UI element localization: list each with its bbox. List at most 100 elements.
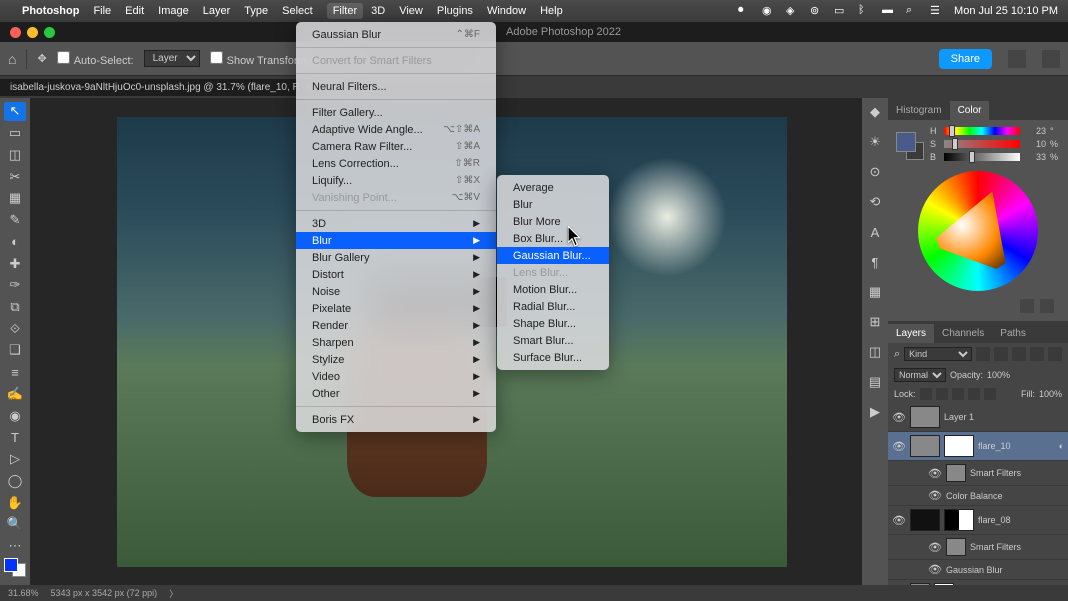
menu-item-radial[interactable]: Radial Blur... [497,298,609,315]
visibility-icon[interactable]: 👁 [892,514,906,527]
tool-brush[interactable]: ✚ [4,254,26,273]
menu-item-boxblur[interactable]: Box Blur... [497,230,609,247]
menu-item-noise[interactable]: Noise▶ [296,283,496,300]
menu-item-sharpen[interactable]: Sharpen▶ [296,334,496,351]
tool-dodge[interactable]: ✍ [4,385,26,404]
menu-item-stylize[interactable]: Stylize▶ [296,351,496,368]
tool-type[interactable]: T [4,428,26,447]
tool-eyedropper[interactable]: ✎ [4,211,26,230]
menu-item-motion[interactable]: Motion Blur... [497,281,609,298]
tool-hand[interactable]: ✋ [4,493,26,512]
layer-row[interactable]: 👁Smart Filters [888,461,1068,486]
panel-icon[interactable]: ◆ [867,104,883,120]
bri-slider[interactable] [944,153,1020,161]
menu-item-last-filter[interactable]: Gaussian Blur⌃⌘F [296,26,496,43]
menu-file[interactable]: File [93,5,111,17]
filter-icon[interactable] [1030,347,1044,361]
panel-icon[interactable]: ▤ [867,374,883,390]
visibility-icon[interactable]: 👁 [928,563,942,576]
record-icon[interactable]: ⏺ [738,4,752,18]
menu-item-blur[interactable]: Blur [497,196,609,213]
panel-icon[interactable]: A [867,224,883,240]
menu-item-wide[interactable]: Adaptive Wide Angle...⌥⇧⌘A [296,121,496,138]
spotlight-icon[interactable]: ⌕ [906,4,920,18]
tool-stamp[interactable]: ✑ [4,276,26,295]
menu-item-boris[interactable]: Boris FX▶ [296,411,496,428]
menu-select[interactable]: Select [282,5,313,17]
visibility-icon[interactable]: 👁 [892,411,906,424]
tab-layers[interactable]: Layers [888,324,934,343]
layer-mask[interactable] [944,509,974,531]
menu-item-blur[interactable]: Blur▶ [296,232,496,249]
menu-item-distort[interactable]: Distort▶ [296,266,496,283]
filter-kind[interactable]: Kind [904,347,972,361]
layer-row[interactable]: 👁flare_08 [888,506,1068,535]
menu-item-surface[interactable]: Surface Blur... [497,349,609,366]
layer-row[interactable]: 👁flare_10◐ [888,432,1068,461]
bt-icon[interactable]: ᛒ [858,4,872,18]
menu-item-blurgallery[interactable]: Blur Gallery▶ [296,249,496,266]
tool-more[interactable]: ⋯ [4,537,26,556]
document-tab[interactable]: isabella-juskova-9aNltHjuOc0-unsplash.jp… [0,79,322,96]
visibility-icon[interactable]: 👁 [928,489,942,502]
panel-icon[interactable]: ⊞ [867,314,883,330]
visibility-icon[interactable]: 👁 [928,467,942,480]
status-icon[interactable]: ◈ [786,4,800,18]
menu-3d[interactable]: 3D [371,5,385,17]
menu-layer[interactable]: Layer [203,5,231,17]
lock-icon[interactable] [984,388,996,400]
visibility-icon[interactable]: 👁 [928,541,942,554]
color-wheel[interactable] [918,171,1038,291]
menu-item-video[interactable]: Video▶ [296,368,496,385]
menu-item-blurmore[interactable]: Blur More [497,213,609,230]
tool-frame[interactable]: ▦ [4,189,26,208]
layer-thumb[interactable] [910,509,940,531]
filter-thumb[interactable] [946,464,966,482]
cc-icon[interactable]: ◉ [762,4,776,18]
menu-item-smart[interactable]: Smart Blur... [497,332,609,349]
menu-help[interactable]: Help [540,5,563,17]
minimize-icon[interactable] [27,27,38,38]
menu-item-pixelate[interactable]: Pixelate▶ [296,300,496,317]
tool-eraser[interactable]: ⟐ [4,319,26,338]
filter-thumb[interactable] [946,538,966,556]
transform-checkbox[interactable] [210,51,223,64]
color-swatch[interactable] [4,558,26,577]
visibility-icon[interactable]: 👁 [892,440,906,453]
tab-channels[interactable]: Channels [934,324,992,343]
zoom-level[interactable]: 31.68% [8,588,39,598]
menu-edit[interactable]: Edit [125,5,144,17]
layer-row[interactable]: 👁Gaussian Blur [888,560,1068,580]
layer-row[interactable]: 👁Color Balance [888,486,1068,506]
autoselect-label[interactable]: Auto-Select: [57,51,134,67]
tool-zoom[interactable]: 🔍 [4,515,26,534]
tab-histogram[interactable]: Histogram [888,101,950,120]
menu-item-lens[interactable]: Lens Correction...⇧⌘R [296,155,496,172]
menu-item-other[interactable]: Other▶ [296,385,496,402]
lock-icon[interactable] [920,388,932,400]
filter-icon[interactable] [1012,347,1026,361]
chevron-right-icon[interactable]: 〉 [169,587,178,600]
tool-blur[interactable]: ≡ [4,363,26,382]
share-button[interactable]: Share [939,49,992,69]
wifi-icon[interactable]: ⊚ [810,4,824,18]
layer-row[interactable]: 👁Layer 1 [888,403,1068,432]
tool-crop[interactable]: ✂ [4,167,26,186]
panel-icon[interactable]: ▦ [867,284,883,300]
layer-thumb[interactable] [910,406,940,428]
menu-window[interactable]: Window [487,5,526,17]
panel-icon[interactable] [1020,299,1034,313]
panel-swatch[interactable] [896,132,924,160]
sat-slider[interactable] [944,140,1020,148]
filter-icon[interactable] [976,347,990,361]
menu-item-gaussian[interactable]: Gaussian Blur... [497,247,609,264]
control-center-icon[interactable]: ☰ [930,4,944,18]
tool-marquee[interactable]: ▭ [4,124,26,143]
panel-icon[interactable]: ▶ [867,404,883,420]
filter-icon[interactable] [994,347,1008,361]
menu-item-render[interactable]: Render▶ [296,317,496,334]
tool-move[interactable]: ↖ [4,102,26,121]
panel-icon[interactable]: ⟲ [867,194,883,210]
layer-mask[interactable] [944,435,974,457]
menu-view[interactable]: View [399,5,423,17]
